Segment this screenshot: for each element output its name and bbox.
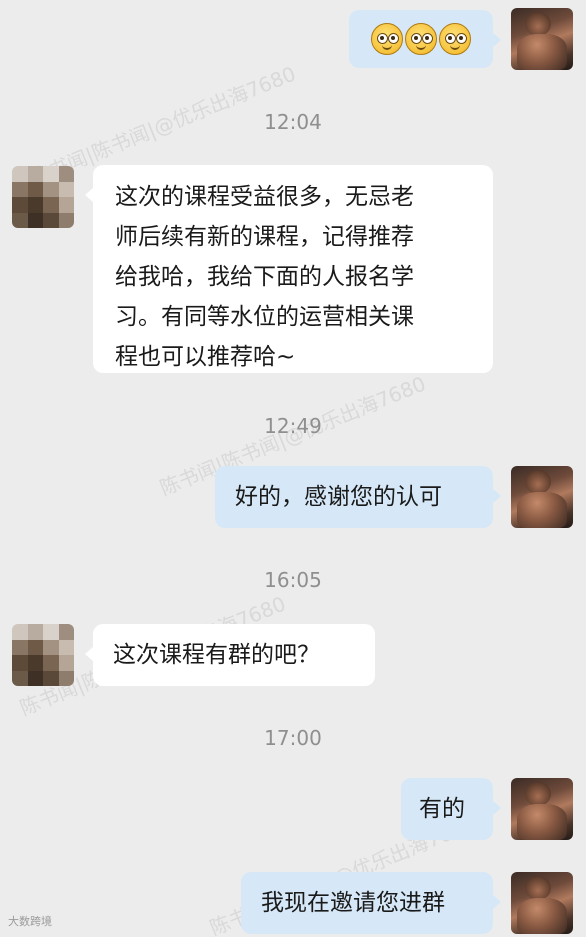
message-bubble-other[interactable]: 这次的课程受益很多，无忌老 师后续有新的课程，记得推荐 给我哈，我给下面的人报名…	[85, 165, 493, 373]
timestamp: 12:49	[264, 414, 322, 438]
message-line: 给我哈，我给下面的人报名学	[115, 264, 414, 290]
message-text: 好的，感谢您的认可	[235, 484, 442, 510]
avatar-self[interactable]	[511, 778, 573, 840]
emoji-group	[349, 10, 493, 68]
message-line: 习。有同等水位的运营相关课	[115, 304, 414, 330]
avatar-other[interactable]	[12, 624, 74, 686]
corner-watermark: 大数跨境	[8, 915, 52, 928]
message-line: 师后续有新的课程，记得推荐	[115, 224, 414, 250]
timestamp: 12:04	[264, 110, 322, 134]
message-text: 我现在邀请您进群	[261, 890, 445, 916]
message-text: 有的	[419, 796, 465, 822]
message-bubble-self[interactable]: 有的	[401, 778, 501, 840]
timestamp: 16:05	[264, 568, 322, 592]
avatar-other[interactable]	[12, 166, 74, 228]
wide-eyed-face-icon	[371, 23, 403, 55]
timestamp: 17:00	[264, 726, 322, 750]
chat-screen: 陈书闻|陈书闻|@优乐出海7680 陈书闻|陈书闻|@优乐出海7680 陈书闻|…	[0, 0, 586, 937]
message-line: 这次的课程受益很多，无忌老	[115, 184, 414, 210]
message-bubble-self[interactable]: 好的，感谢您的认可	[215, 466, 501, 528]
avatar-self[interactable]	[511, 8, 573, 70]
message-bubble-self[interactable]: 我现在邀请您进群	[241, 872, 501, 934]
message-text: 这次课程有群的吧？	[113, 642, 320, 668]
avatar-self[interactable]	[511, 466, 573, 528]
wide-eyed-face-icon	[439, 23, 471, 55]
wide-eyed-face-icon	[405, 23, 437, 55]
message-line: 程也可以推荐哈~	[115, 344, 296, 370]
message-bubble-self[interactable]	[349, 10, 501, 68]
message-bubble-other[interactable]: 这次课程有群的吧？	[85, 624, 375, 686]
avatar-self[interactable]	[511, 872, 573, 934]
